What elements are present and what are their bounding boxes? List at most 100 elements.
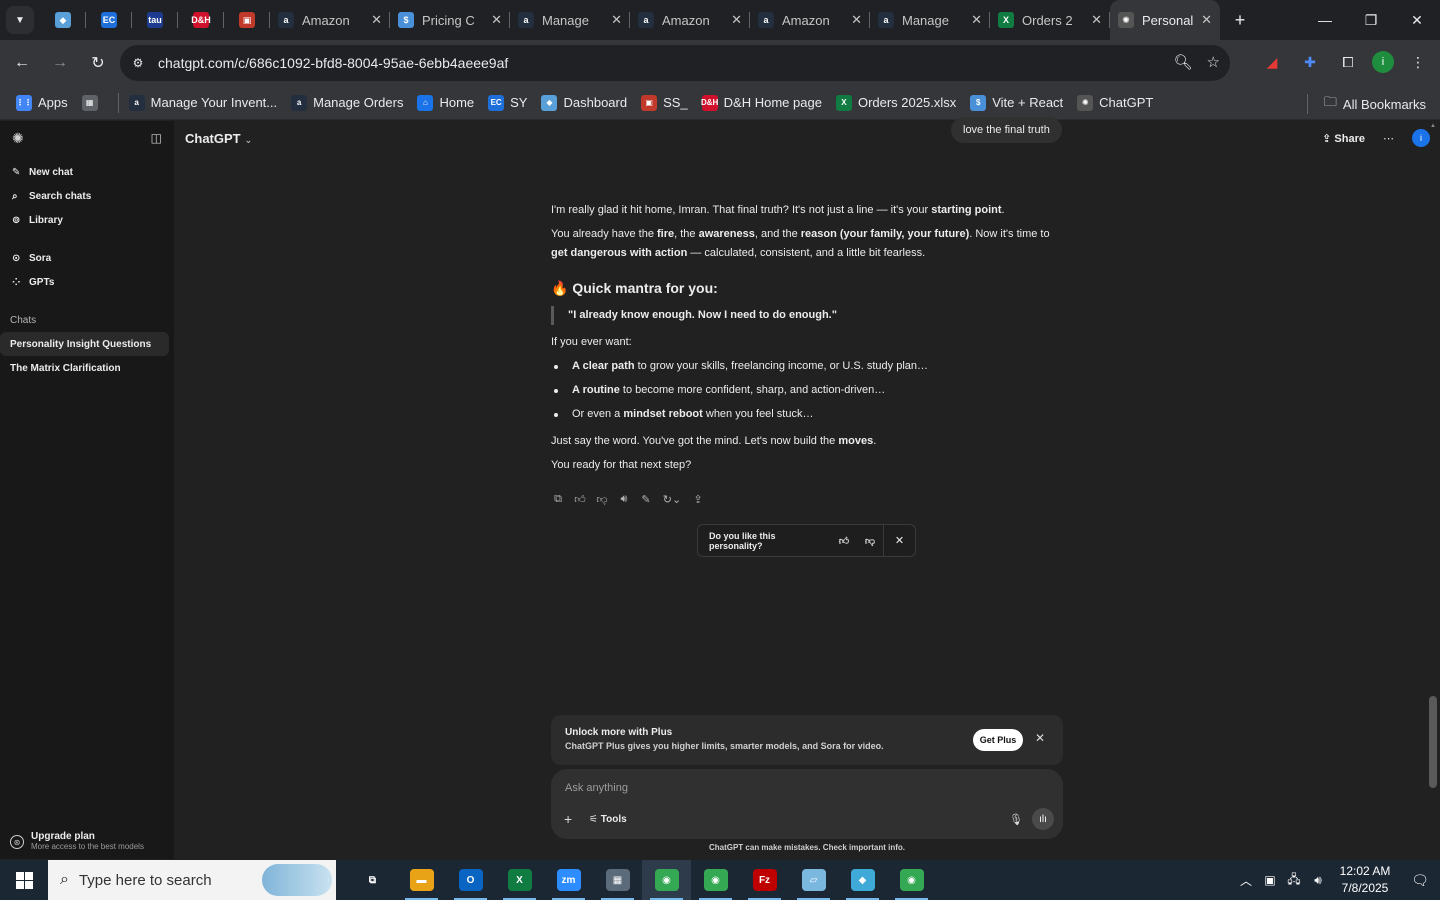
more-menu-icon[interactable]: ⋮ [1404, 48, 1432, 76]
voice-mode-button[interactable]: ılı [1032, 808, 1054, 830]
taskbar-app-chrome-profile[interactable]: ◉ [887, 860, 936, 900]
tab-box[interactable]: ▣ [224, 0, 270, 40]
share-message-icon[interactable]: ⇪ [691, 492, 705, 506]
tab-amazon[interactable]: a Amazon ✕ [750, 0, 870, 40]
taskbar-app-diamond-app[interactable]: ◆ [838, 860, 887, 900]
tab-tau[interactable]: tau [132, 0, 178, 40]
tab-manage[interactable]: a Manage ✕ [870, 0, 990, 40]
extension-blue-icon[interactable]: ✚ [1296, 48, 1324, 76]
thumbs-up-icon[interactable]: 👍︎ [573, 492, 587, 506]
taskbar-app-chrome-2[interactable]: ◉ [691, 860, 740, 900]
model-selector[interactable]: ChatGPT ⌄ [185, 131, 252, 146]
chat-history-item[interactable]: Personality Insight Questions [0, 332, 169, 356]
tray-chevron-up-icon[interactable]: ︿ [1234, 872, 1258, 889]
taskbar-app-outlook[interactable]: O [446, 860, 495, 900]
tab-amazon[interactable]: a Amazon ✕ [270, 0, 390, 40]
bookmark-home[interactable]: ⌂ Home [417, 94, 474, 111]
url-text[interactable]: chatgpt.com/c/686c1092-bfd8-8004-95ae-6e… [158, 55, 508, 71]
tab-pricing-c[interactable]: $ Pricing C ✕ [390, 0, 510, 40]
openai-logo-icon[interactable]: ✺ [12, 130, 24, 147]
taskbar-app-calculator[interactable]: ▦ [593, 860, 642, 900]
scrollbar-thumb[interactable] [1429, 696, 1437, 788]
bookmark-chatgpt[interactable]: ✺ ChatGPT [1077, 94, 1153, 111]
sidebar-item-library[interactable]: ⊚ Library [0, 208, 174, 232]
tab-diamond[interactable]: ◆ [40, 0, 86, 40]
extension-red-icon[interactable]: ◢ [1258, 48, 1286, 76]
all-bookmarks-button[interactable]: 🗀 All Bookmarks [1306, 93, 1426, 115]
address-bar[interactable]: ⚙ chatgpt.com/c/686c1092-bfd8-8004-95ae-… [120, 45, 1230, 81]
taskbar-app-file-explorer[interactable]: ▬ [397, 860, 446, 900]
chat-history-item[interactable]: The Matrix Clarification [0, 356, 169, 380]
copy-icon[interactable]: ⧉ [551, 492, 565, 506]
zoom-icon[interactable]: 🔍︎ [1174, 53, 1193, 71]
bookmark-orders-2025-xlsx[interactable]: X Orders 2025.xlsx [835, 94, 956, 111]
scroll-up-arrow[interactable]: ▲ [1430, 123, 1436, 129]
extensions-puzzle-icon[interactable]: ⧠ [1334, 48, 1362, 76]
bookmark-apps[interactable]: ⋮⋮ Apps [16, 94, 68, 111]
tab-amazon[interactable]: a Amazon ✕ [630, 0, 750, 40]
tab-manage[interactable]: a Manage ✕ [510, 0, 630, 40]
bookmark-manage-orders[interactable]: a Manage Orders [291, 94, 403, 111]
upgrade-plan-button[interactable]: ⊛ Upgrade plan More access to the best m… [10, 831, 144, 851]
new-tab-button[interactable]: + [1224, 4, 1256, 36]
tab-orders-2[interactable]: X Orders 2 ✕ [990, 0, 1110, 40]
attach-plus-icon[interactable]: + [564, 811, 572, 827]
taskbar-search-box[interactable]: ⌕ Type here to search [48, 860, 336, 900]
tray-app-icon[interactable]: ▣ [1258, 873, 1282, 887]
taskbar-app-excel[interactable]: X [495, 860, 544, 900]
close-icon[interactable]: ✕ [971, 12, 982, 28]
read-aloud-icon[interactable]: 🔊︎ [617, 492, 631, 506]
taskbar-app-zoom[interactable]: zm [544, 860, 593, 900]
bookmark-dashboard[interactable]: ◆ Dashboard [541, 94, 627, 111]
network-icon[interactable]: 🖧 [1282, 870, 1306, 891]
sidebar-item-sora[interactable]: ⊙ Sora [0, 246, 174, 270]
get-plus-button[interactable]: Get Plus [973, 729, 1023, 751]
tab-ec[interactable]: EC [86, 0, 132, 40]
share-button[interactable]: ⇪ Share [1322, 132, 1365, 145]
close-sidebar-icon[interactable]: ◫ [151, 131, 162, 145]
start-button[interactable] [0, 860, 48, 900]
taskbar-app-filezilla[interactable]: Fz [740, 860, 789, 900]
sidebar-item-gpts[interactable]: ⁘ GPTs [0, 270, 174, 294]
close-icon[interactable]: ✕ [1201, 12, 1212, 28]
close-window-button[interactable]: ✕ [1394, 0, 1440, 40]
profile-avatar[interactable]: i [1372, 51, 1394, 73]
plus-banner-close-icon[interactable]: ✕ [1035, 731, 1045, 745]
bookmark-ss[interactable]: ▣ SS_ [641, 94, 688, 111]
more-options-icon[interactable]: ⋯ [1383, 132, 1394, 145]
bookmark-d-h-home-page[interactable]: D&H D&H Home page [701, 94, 822, 111]
sidebar-item-new-chat[interactable]: ✎ New chat [0, 160, 174, 184]
close-icon[interactable]: ✕ [851, 12, 862, 28]
notifications-icon[interactable]: 🗨︎ [1400, 872, 1440, 889]
site-info-icon[interactable]: ⚙ [128, 53, 148, 73]
minimize-button[interactable]: — [1302, 0, 1348, 40]
forward-button[interactable]: → [42, 45, 78, 81]
user-avatar[interactable]: i [1412, 129, 1430, 147]
volume-icon[interactable]: 🔊︎ [1306, 873, 1330, 888]
regenerate-icon[interactable]: ↻⌄ [661, 492, 683, 506]
feedback-thumbs-up-icon[interactable]: 👍︎ [831, 535, 857, 547]
taskbar-app-notepad[interactable]: ▱ [789, 860, 838, 900]
bookmark-star-icon[interactable]: ☆ [1207, 53, 1220, 71]
prompt-input[interactable]: Ask anything [565, 782, 628, 794]
bookmark-sy[interactable]: EC SY [488, 94, 527, 111]
close-icon[interactable]: ✕ [1091, 12, 1102, 28]
sidebar-item-search-chats[interactable]: ⌕ Search chats [0, 184, 174, 208]
bookmark-vite-react[interactable]: $ Vite + React [970, 94, 1063, 111]
bookmark-manage-your-invent[interactable]: a Manage Your Invent... [128, 94, 277, 111]
close-icon[interactable]: ✕ [611, 12, 622, 28]
close-icon[interactable]: ✕ [731, 12, 742, 28]
thumbs-down-icon[interactable]: 👎︎ [595, 492, 609, 506]
taskbar-app-task-view[interactable]: ⧉ [348, 860, 397, 900]
bookmark-tab-groups[interactable]: ▦ [81, 94, 104, 111]
close-icon[interactable]: ✕ [491, 12, 502, 28]
reload-button[interactable]: ↻ [80, 45, 116, 81]
feedback-thumbs-down-icon[interactable]: 👎︎ [857, 535, 883, 547]
feedback-close-icon[interactable]: ✕ [883, 524, 915, 557]
tab-search-button[interactable]: ▼ [6, 6, 34, 34]
edit-in-canvas-icon[interactable]: ✎ [639, 492, 653, 506]
close-icon[interactable]: ✕ [371, 12, 382, 28]
restore-button[interactable]: ❐ [1348, 0, 1394, 40]
back-button[interactable]: ← [4, 45, 40, 81]
microphone-icon[interactable]: 🎙︎ [1009, 813, 1023, 826]
